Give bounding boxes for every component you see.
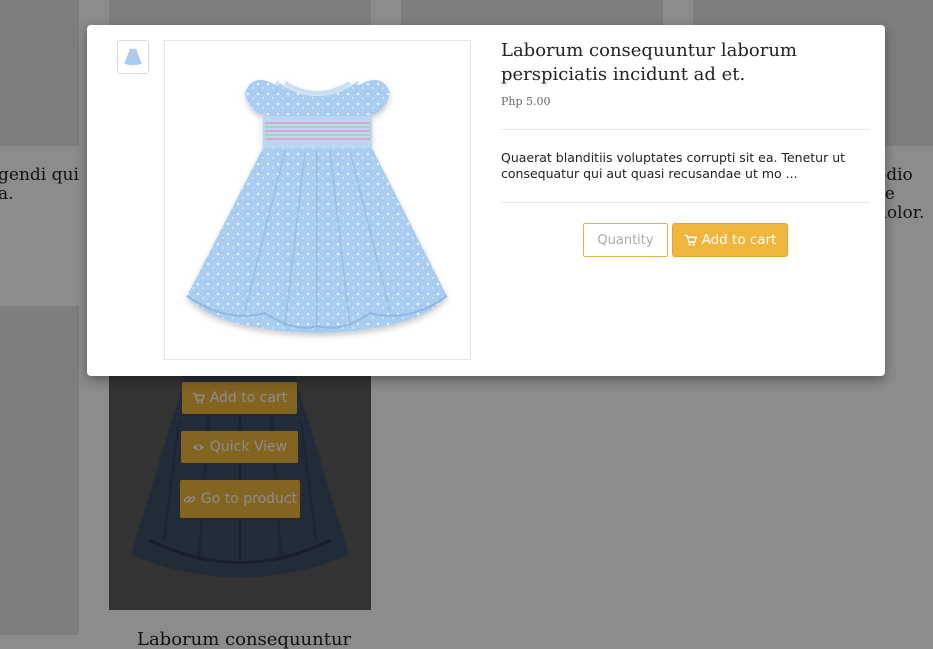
add-to-cart-button[interactable]: Add to cart	[672, 223, 788, 257]
cart-icon	[684, 234, 697, 246]
quantity-input[interactable]	[583, 223, 668, 257]
dress-thumbnail-image	[124, 48, 142, 66]
dress-image	[186, 79, 448, 333]
product-price: Php 5.00	[501, 95, 551, 108]
quick-view-modal: Laborum consequuntur laborum perspiciati…	[87, 25, 885, 376]
product-description: Quaerat blanditiis voluptates corrupti s…	[501, 150, 846, 181]
divider	[501, 129, 870, 130]
product-thumbnail[interactable]	[117, 40, 149, 74]
product-main-image	[164, 40, 471, 360]
divider	[501, 202, 870, 203]
product-title: Laborum consequuntur laborum perspiciati…	[501, 40, 797, 85]
